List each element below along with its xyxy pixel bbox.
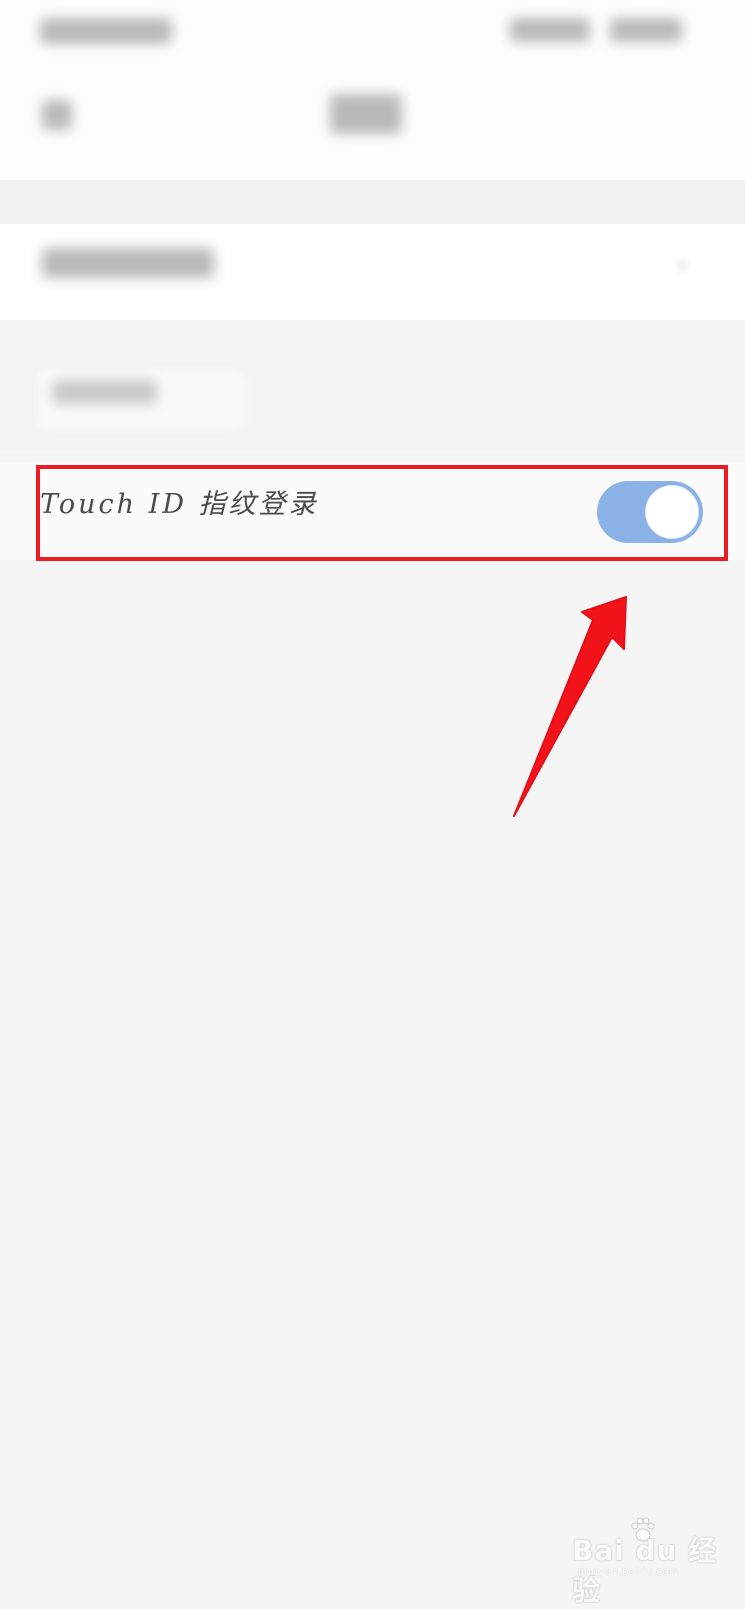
chevron-right-icon: › — [677, 250, 688, 280]
status-time-blurred — [40, 18, 172, 44]
touch-id-row[interactable]: Touch ID 指纹登录 — [0, 462, 745, 560]
battery-icon — [610, 18, 682, 42]
status-bar — [0, 0, 745, 60]
settings-row-blurred[interactable]: › — [0, 224, 745, 320]
watermark-url: jingyan.baidu.com — [578, 1565, 680, 1578]
page-title-blurred — [330, 94, 402, 134]
group-header — [0, 320, 745, 450]
toggle-knob — [645, 485, 699, 539]
back-arrow-icon[interactable] — [42, 100, 72, 130]
status-indicators-blurred — [510, 18, 590, 42]
touch-id-toggle[interactable] — [597, 481, 703, 543]
section-gap — [0, 180, 745, 224]
group-header-label-blurred — [52, 380, 157, 404]
nav-bar — [0, 60, 745, 180]
settings-row-label-blurred — [42, 248, 214, 278]
touch-id-label: Touch ID 指纹登录 — [40, 489, 319, 520]
baidu-watermark: Bai du 经验 jingyan.baidu.com — [570, 1515, 730, 1607]
